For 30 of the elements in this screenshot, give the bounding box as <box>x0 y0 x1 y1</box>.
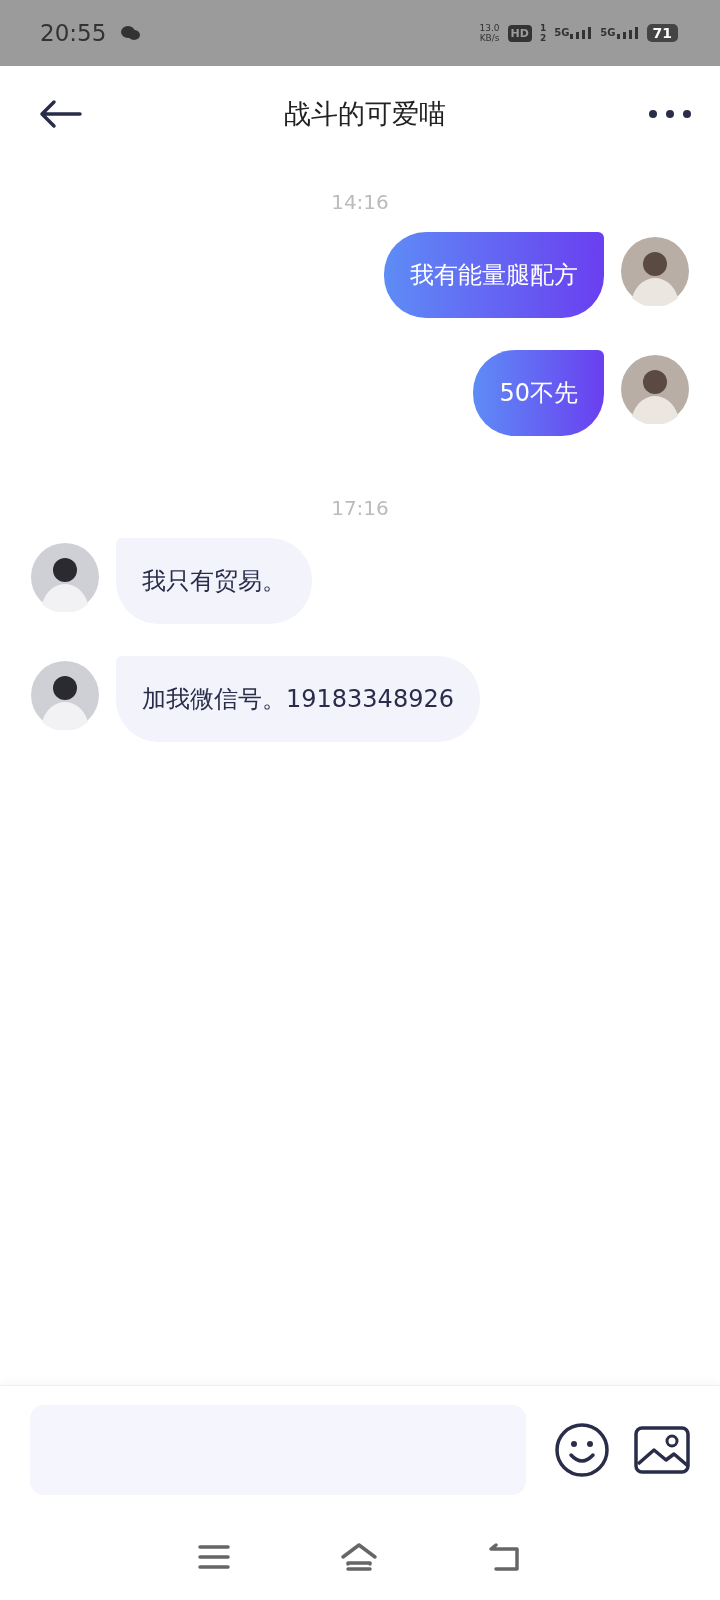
sim-label: 1 <box>539 23 547 33</box>
network-label: 5G <box>600 27 616 38</box>
image-icon[interactable] <box>634 1426 690 1474</box>
message-time: 17:16 <box>331 496 389 520</box>
message-bubble: 我只有贸易。 <box>116 538 312 624</box>
hd-badge: HD <box>507 24 532 42</box>
avatar-icon[interactable] <box>620 354 690 424</box>
battery-level: 71 <box>646 24 678 42</box>
message-bubble: 加我微信号。19183348926 <box>116 656 480 742</box>
emoji-icon[interactable] <box>554 1422 610 1478</box>
avatar-icon[interactable] <box>620 236 690 306</box>
message-time: 14:16 <box>331 190 389 214</box>
more-icon[interactable] <box>648 109 692 119</box>
message-bubble: 50不先 <box>473 350 604 436</box>
network-label: 5G <box>554 27 570 38</box>
menu-icon[interactable] <box>198 1544 230 1570</box>
back-nav-icon[interactable] <box>488 1542 522 1572</box>
status-time: 20:55 <box>40 20 107 46</box>
sim-label: 2 <box>539 33 547 43</box>
signal-icon <box>616 27 639 39</box>
avatar-icon[interactable] <box>30 542 100 612</box>
message-bubble: 我有能量腿配方 <box>384 232 604 318</box>
chat-app-icon <box>120 25 141 41</box>
home-icon[interactable] <box>340 1542 378 1572</box>
avatar-icon[interactable] <box>30 660 100 730</box>
speed-value: 13.0 <box>479 23 500 33</box>
signal-icon <box>570 27 593 39</box>
chat-title: 战斗的可爱喵 <box>284 97 446 131</box>
speed-unit: KB/s <box>479 33 500 43</box>
back-icon[interactable] <box>38 99 82 129</box>
